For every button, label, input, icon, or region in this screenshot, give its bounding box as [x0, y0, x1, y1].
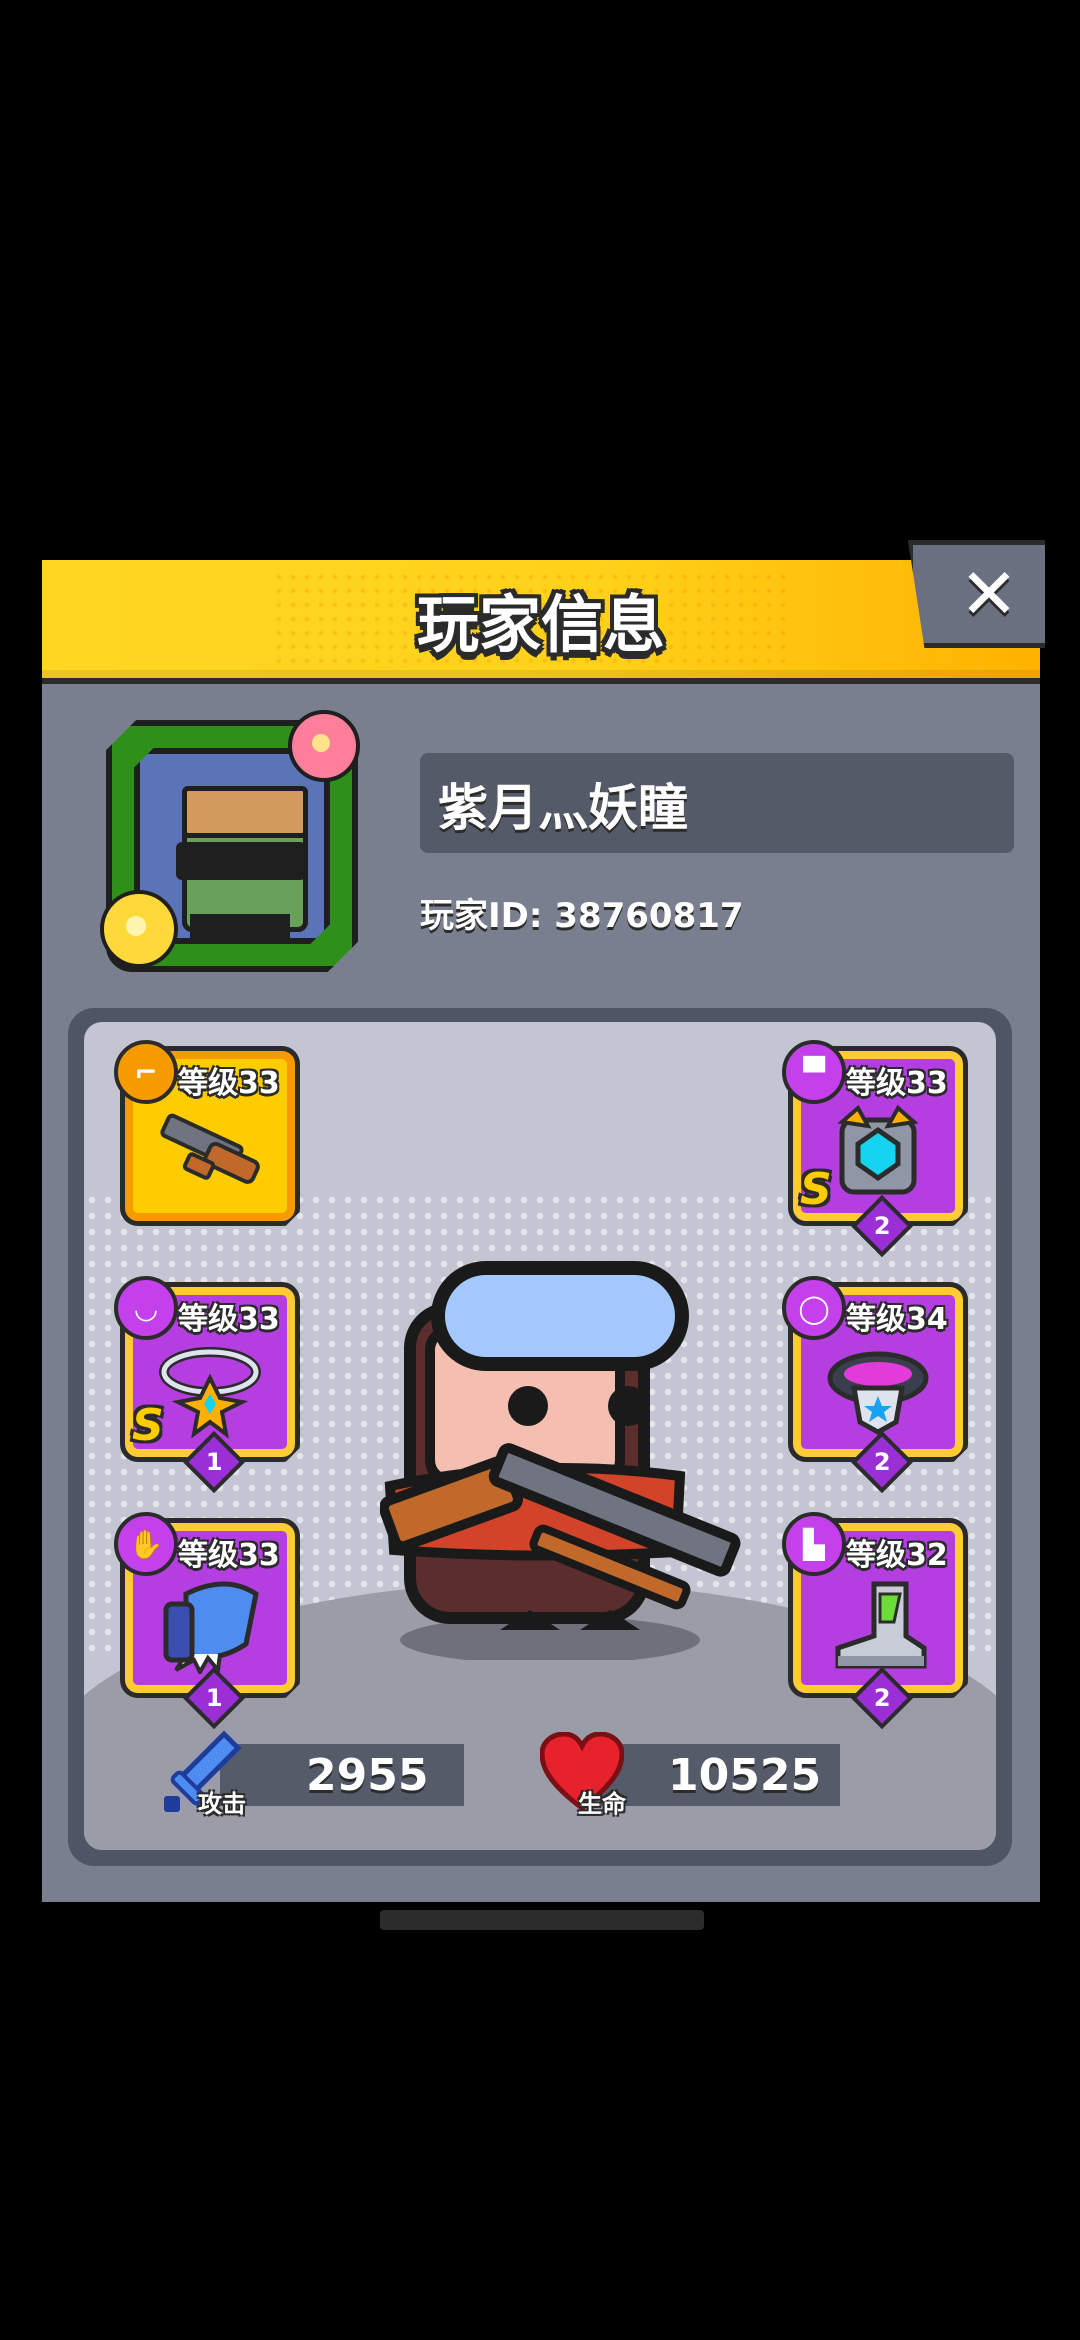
player-id: 玩家ID: 38760817 [420, 896, 744, 936]
belt-icon: ◯ [782, 1276, 846, 1340]
equipment-slot-armor[interactable]: ▀ 等级33 S 2 [782, 1040, 968, 1258]
dialog-title: 玩家信息 [416, 588, 665, 661]
equipment-slot-boots[interactable]: ▙ 等级32 2 [782, 1512, 968, 1730]
pink-flower-icon [288, 710, 360, 782]
shotgun-icon [160, 1113, 260, 1184]
yellow-flower-icon [100, 890, 178, 968]
armor-icon [837, 1104, 919, 1195]
equipment-slot-weapon[interactable]: ⌐ 等级33 [114, 1040, 300, 1226]
pistol-icon: ⌐ [114, 1040, 178, 1104]
equipment-slot-gloves[interactable]: ✋ 等级33 1 [114, 1512, 300, 1730]
necklace-item-icon [159, 1347, 261, 1438]
gloves-level: 等级33 [178, 1538, 280, 1573]
attack-label: 攻击 [198, 1790, 246, 1818]
equipment-slot-necklace[interactable]: ◡ 等级33 S 1 [114, 1276, 300, 1494]
belt-item-icon [827, 1351, 929, 1435]
player-name: 紫月灬妖瞳 [438, 779, 688, 837]
necklace-level: 等级33 [178, 1302, 280, 1337]
health-value: 10525 [668, 1750, 822, 1801]
boot-item-icon [835, 1581, 927, 1669]
rank-s-badge: S [800, 1164, 832, 1215]
close-button[interactable]: ✕ [908, 540, 1045, 648]
equipment-slot-belt[interactable]: ◯ 等级34 2 [782, 1276, 968, 1494]
dialog-header: 玩家信息 [42, 560, 1040, 684]
close-icon: ✕ [959, 553, 1019, 635]
necklace-icon: ◡ [114, 1276, 178, 1340]
player-character [380, 1261, 741, 1660]
armor-level: 等级33 [846, 1066, 948, 1101]
home-indicator [380, 1910, 704, 1930]
health-label: 生命 [578, 1790, 626, 1818]
glove-icon: ✋ [114, 1512, 178, 1576]
attack-value: 2955 [306, 1750, 429, 1801]
shirt-icon: ▀ [782, 1040, 846, 1104]
boot-icon: ▙ [782, 1512, 846, 1576]
claw-glove-icon [163, 1581, 259, 1674]
boots-level: 等级32 [846, 1538, 948, 1573]
belt-level: 等级34 [846, 1302, 948, 1337]
weapon-level: 等级33 [178, 1066, 280, 1101]
rank-s-badge: S [132, 1400, 164, 1451]
